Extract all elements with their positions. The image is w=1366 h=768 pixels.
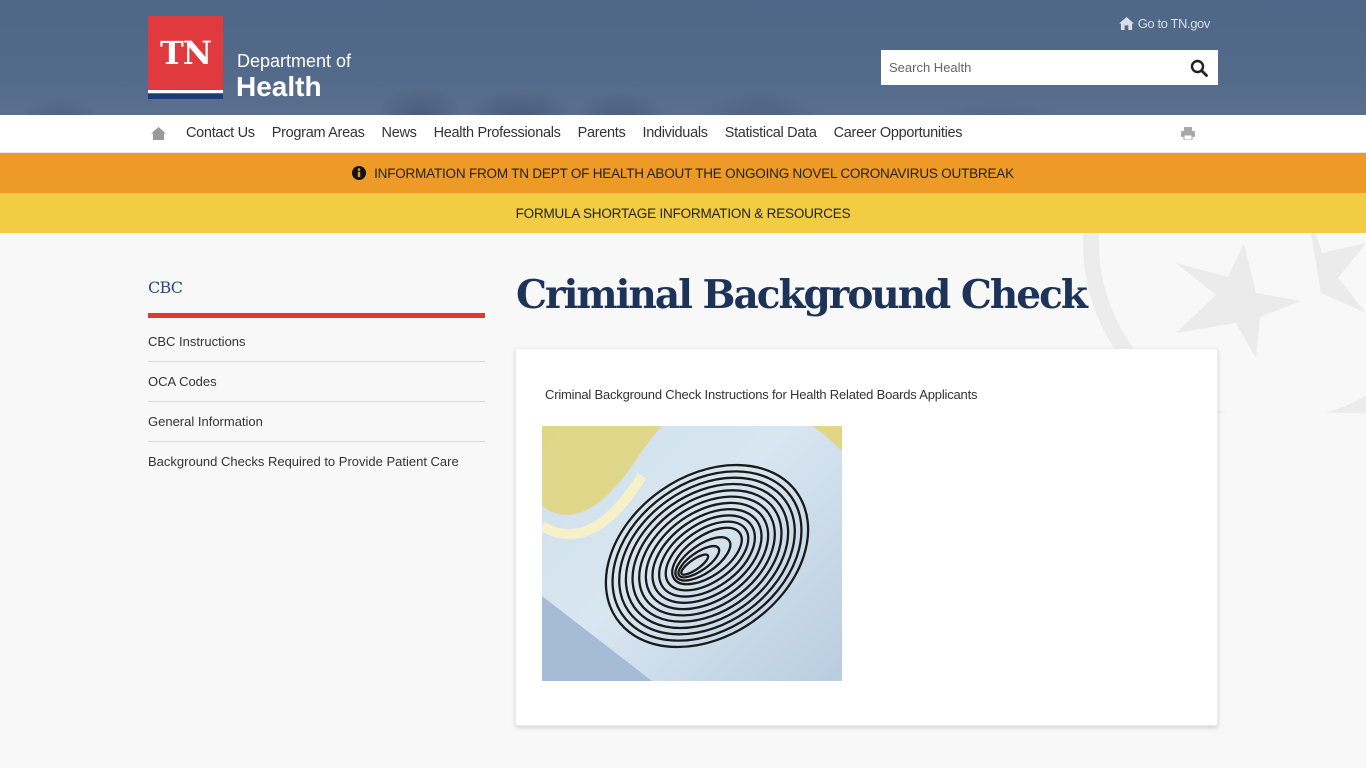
nav-item-news[interactable]: News	[382, 115, 417, 152]
search-form	[881, 50, 1218, 85]
nav-item-contact-us[interactable]: Contact Us	[186, 115, 255, 152]
nav-home-icon[interactable]	[151, 127, 166, 140]
search-input[interactable]	[881, 50, 1180, 85]
logo-stripe-blue	[148, 94, 223, 99]
nav-item-career-opportunities[interactable]: Career Opportunities	[834, 115, 963, 152]
info-icon	[352, 166, 367, 180]
go-to-tn-gov-label: Go to TN.gov	[1137, 16, 1211, 31]
go-to-tn-gov-link[interactable]: Go to TN.gov	[1118, 16, 1211, 31]
coronavirus-alert-banner[interactable]: INFORMATION FROM TN DEPT OF HEALTH ABOUT…	[0, 153, 1366, 193]
sidebar-item-oca-codes[interactable]: OCA Codes	[148, 362, 485, 402]
department-label[interactable]: Department of	[237, 51, 351, 72]
nav-item-individuals[interactable]: Individuals	[642, 115, 708, 152]
print-icon[interactable]	[1181, 127, 1195, 140]
sidebar-title-rule	[148, 313, 485, 318]
fingerprint-image[interactable]	[542, 426, 842, 681]
content-card: Criminal Background Check Instructions f…	[515, 348, 1218, 726]
nav-item-health-professionals[interactable]: Health Professionals	[434, 115, 561, 152]
logo-text: TN	[159, 34, 212, 72]
card-description[interactable]: Criminal Background Check Instructions f…	[545, 387, 977, 402]
formula-shortage-text: FORMULA SHORTAGE INFORMATION & RESOURCES	[515, 205, 851, 221]
nav-item-program-areas[interactable]: Program Areas	[272, 115, 365, 152]
fingerprint-graphic	[542, 426, 842, 681]
sidebar: CBC CBC Instructions OCA Codes General I…	[148, 278, 485, 482]
logo-stripe-white	[148, 90, 223, 93]
sidebar-menu: CBC Instructions OCA Codes General Infor…	[148, 322, 485, 482]
home-icon	[1118, 17, 1134, 30]
page-title: Criminal Background Check	[516, 272, 1088, 318]
search-button[interactable]	[1180, 50, 1218, 85]
nav-item-parents[interactable]: Parents	[578, 115, 626, 152]
sidebar-item-cbc-instructions[interactable]: CBC Instructions	[148, 322, 485, 362]
site-header: TN Department of Health Go to TN.gov	[0, 0, 1366, 115]
department-name[interactable]: Health	[236, 71, 322, 103]
tn-logo[interactable]: TN	[148, 16, 223, 99]
sidebar-item-background-checks-patient-care[interactable]: Background Checks Required to Provide Pa…	[148, 442, 485, 482]
sidebar-item-general-information[interactable]: General Information	[148, 402, 485, 442]
sidebar-title[interactable]: CBC	[148, 278, 485, 313]
nav-item-statistical-data[interactable]: Statistical Data	[725, 115, 817, 152]
nav-menu: Contact Us Program Areas News Health Pro…	[186, 115, 979, 152]
main-navigation: Contact Us Program Areas News Health Pro…	[0, 115, 1366, 153]
coronavirus-alert-text: INFORMATION FROM TN DEPT OF HEALTH ABOUT…	[374, 165, 1014, 181]
search-icon	[1190, 59, 1208, 77]
formula-shortage-banner[interactable]: FORMULA SHORTAGE INFORMATION & RESOURCES	[0, 193, 1366, 233]
